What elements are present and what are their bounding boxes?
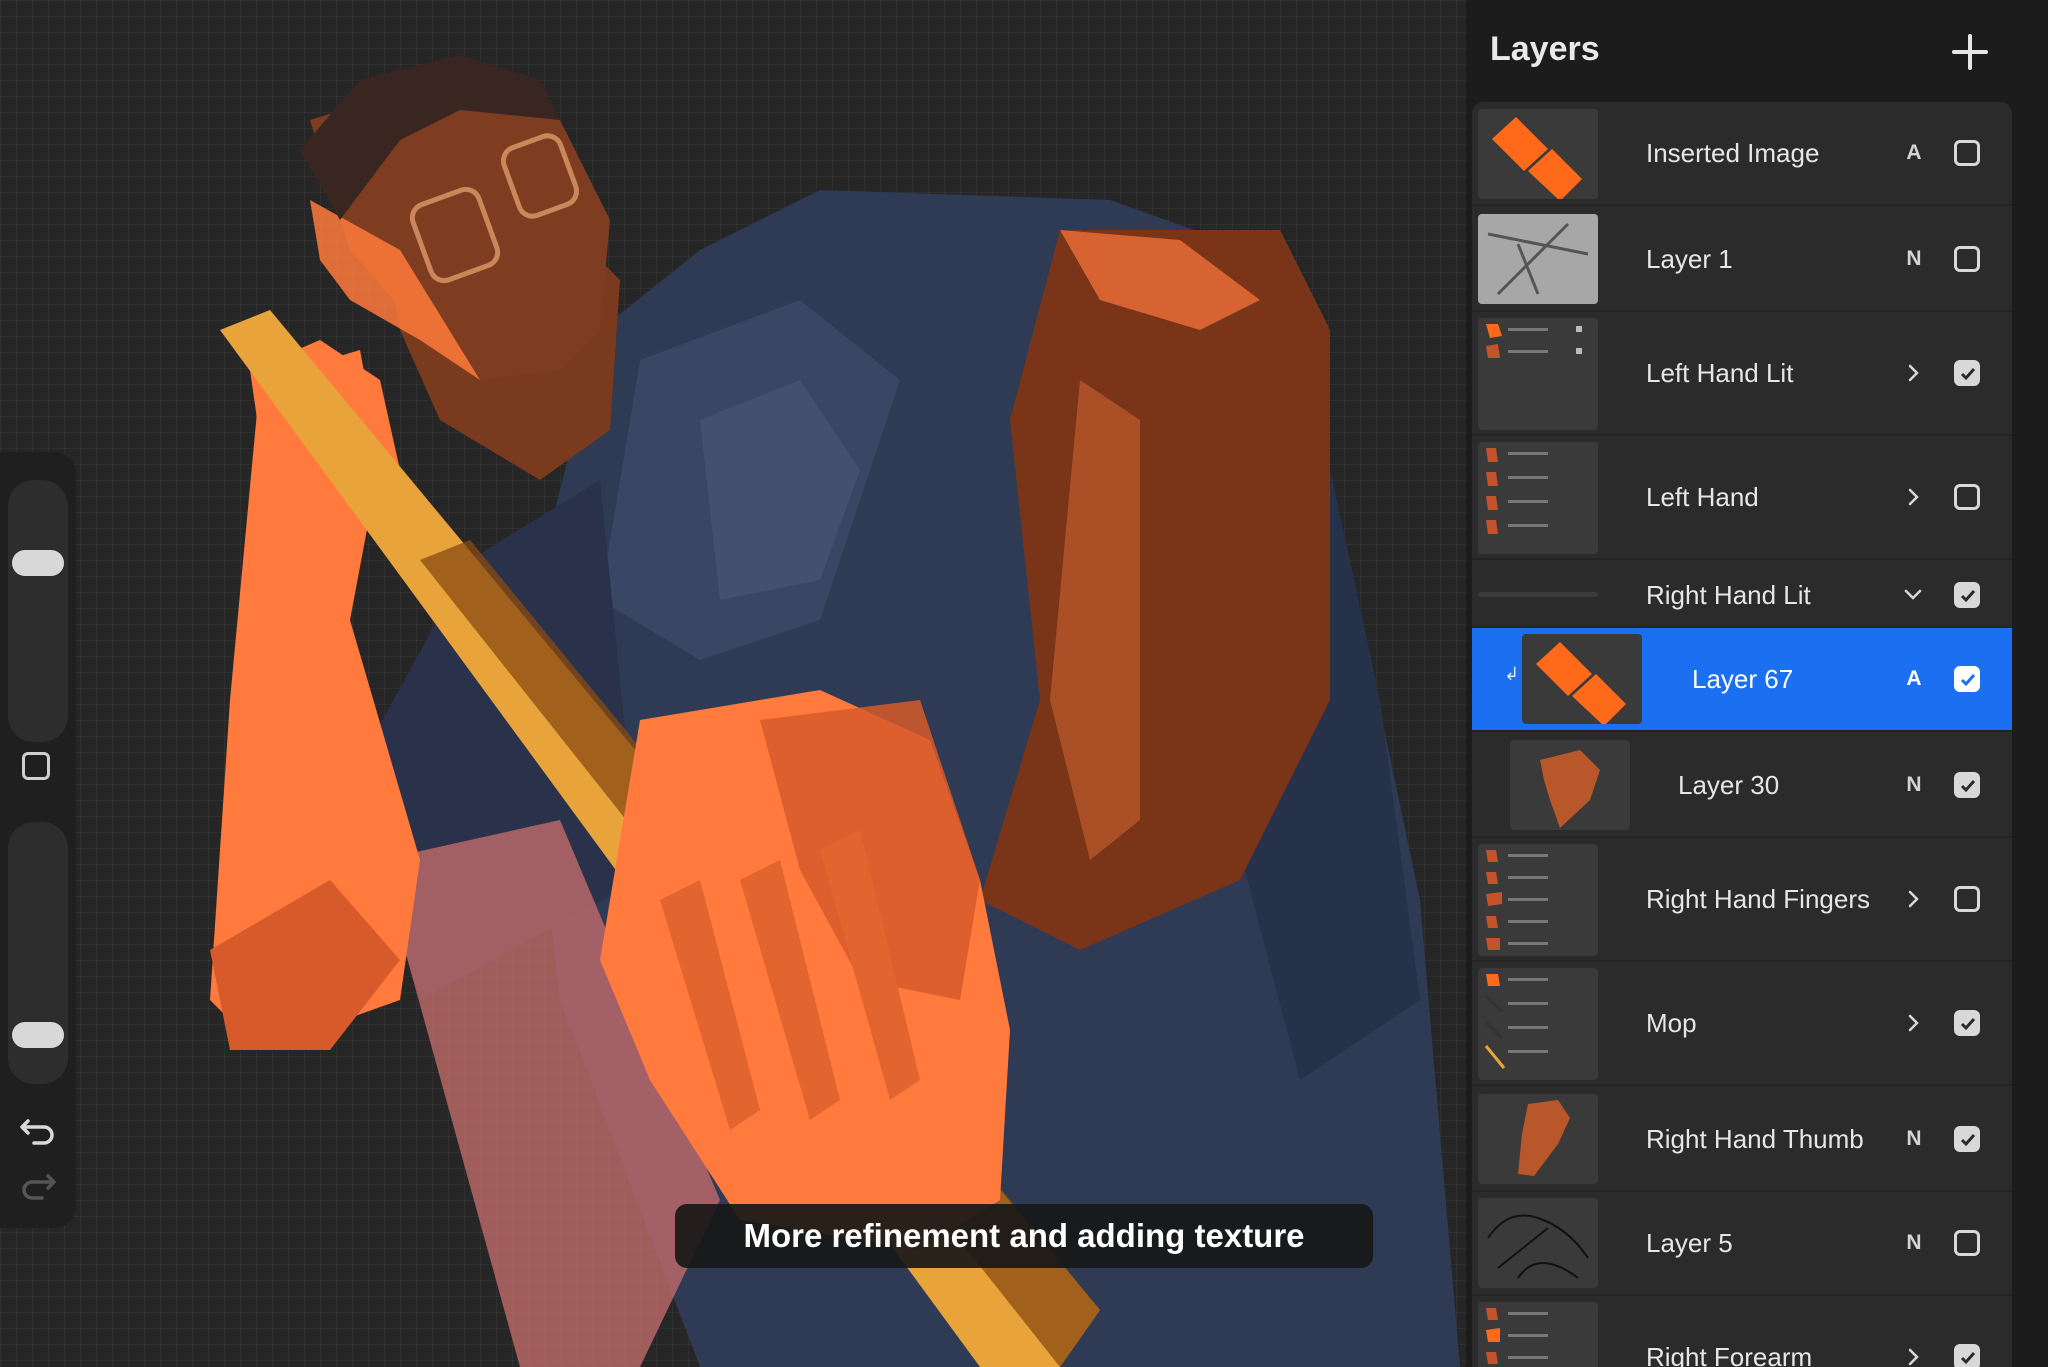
layer-group-row[interactable]: Right Hand Fingers	[1472, 838, 2012, 962]
visibility-checkbox[interactable]	[1954, 772, 1980, 798]
group-thumbnail	[1478, 844, 1598, 956]
layer-row-selected[interactable]: ↲ Layer 67 A	[1472, 628, 2012, 732]
group-name: Right Forearm	[1646, 1342, 1813, 1367]
blend-mode-button[interactable]: N	[1904, 773, 1924, 797]
visibility-checkbox[interactable]	[1954, 1010, 1980, 1036]
group-name: Left Hand Lit	[1646, 358, 1794, 388]
undo-icon[interactable]	[18, 1107, 58, 1147]
opacity-slider-thumb[interactable]	[12, 1022, 64, 1048]
side-toolbar	[0, 452, 76, 1228]
layer-name: Inserted Image	[1646, 138, 1820, 168]
visibility-checkbox[interactable]	[1954, 484, 1980, 510]
panel-title: Layers	[1490, 30, 1600, 68]
plus-icon[interactable]	[1950, 32, 1990, 72]
chevron-right-icon[interactable]	[1902, 888, 1924, 910]
layer-group-row[interactable]: Left Hand Lit	[1472, 312, 2012, 436]
layers-panel: Layers Inserted Image A Layer 1 N Left H…	[1466, 0, 2048, 1367]
visibility-checkbox[interactable]	[1954, 140, 1980, 166]
blend-mode-button[interactable]: A	[1904, 667, 1924, 691]
chevron-right-icon[interactable]	[1902, 486, 1924, 508]
visibility-checkbox[interactable]	[1954, 1230, 1980, 1256]
layer-name: Layer 67	[1692, 664, 1794, 694]
layer-thumbnail	[1522, 634, 1642, 724]
blend-mode-button[interactable]: N	[1904, 1127, 1924, 1151]
opacity-slider[interactable]	[8, 822, 68, 1084]
layer-name: Layer 5	[1646, 1228, 1733, 1258]
group-thumbnail	[1478, 318, 1598, 430]
layer-thumbnail	[1478, 1198, 1598, 1288]
layer-row[interactable]: Inserted Image A	[1472, 102, 2012, 206]
layer-row[interactable]: Right Hand Thumb N	[1472, 1086, 2012, 1192]
layer-group-row[interactable]: Mop	[1472, 962, 2012, 1086]
layer-name: Right Hand Thumb	[1646, 1124, 1864, 1154]
layer-row[interactable]: Layer 5 N	[1472, 1192, 2012, 1296]
visibility-checkbox[interactable]	[1954, 666, 1980, 692]
visibility-checkbox[interactable]	[1954, 582, 1980, 608]
visibility-checkbox[interactable]	[1954, 1344, 1980, 1367]
clipping-mask-icon: ↲	[1504, 664, 1520, 684]
group-thumbnail	[1478, 968, 1598, 1080]
visibility-checkbox[interactable]	[1954, 1126, 1980, 1152]
artwork-illustration	[210, 55, 1460, 1367]
layers-list: Inserted Image A Layer 1 N Left Hand Lit	[1472, 102, 2012, 1367]
layer-thumbnail	[1510, 740, 1630, 830]
caption-banner: More refinement and adding texture	[675, 1204, 1373, 1268]
chevron-right-icon[interactable]	[1902, 362, 1924, 384]
layer-name: Layer 30	[1678, 770, 1780, 800]
group-thumbnail	[1478, 1302, 1598, 1367]
blend-mode-button[interactable]: N	[1904, 247, 1924, 271]
visibility-checkbox[interactable]	[1954, 246, 1980, 272]
layer-thumbnail	[1478, 1094, 1598, 1184]
brush-size-slider-thumb[interactable]	[12, 550, 64, 576]
chevron-right-icon[interactable]	[1902, 1346, 1924, 1367]
chevron-down-icon[interactable]	[1902, 583, 1924, 605]
layer-group-row[interactable]: Right Hand Lit	[1472, 560, 2012, 628]
blend-mode-button[interactable]: A	[1904, 141, 1924, 165]
layer-thumbnail	[1478, 109, 1598, 199]
layer-name: Layer 1	[1646, 244, 1733, 274]
layer-row[interactable]: Layer 1 N	[1472, 206, 2012, 312]
blend-mode-button[interactable]: N	[1904, 1231, 1924, 1255]
group-thumbnail	[1478, 442, 1598, 554]
group-name: Mop	[1646, 1008, 1697, 1038]
layer-row[interactable]: Layer 30 N	[1472, 732, 2012, 838]
group-name: Right Hand Lit	[1646, 580, 1811, 610]
layer-thumbnail	[1478, 214, 1598, 304]
visibility-checkbox[interactable]	[1954, 886, 1980, 912]
redo-icon[interactable]	[18, 1162, 58, 1202]
layer-group-row[interactable]: Left Hand	[1472, 436, 2012, 560]
modify-button[interactable]	[22, 752, 50, 780]
layer-group-row[interactable]: Right Forearm	[1472, 1296, 2012, 1367]
group-name: Right Hand Fingers	[1646, 884, 1870, 914]
visibility-checkbox[interactable]	[1954, 360, 1980, 386]
brush-size-slider[interactable]	[8, 480, 68, 742]
group-name: Left Hand	[1646, 482, 1759, 512]
group-collapsed-bar	[1478, 592, 1598, 597]
chevron-right-icon[interactable]	[1902, 1012, 1924, 1034]
